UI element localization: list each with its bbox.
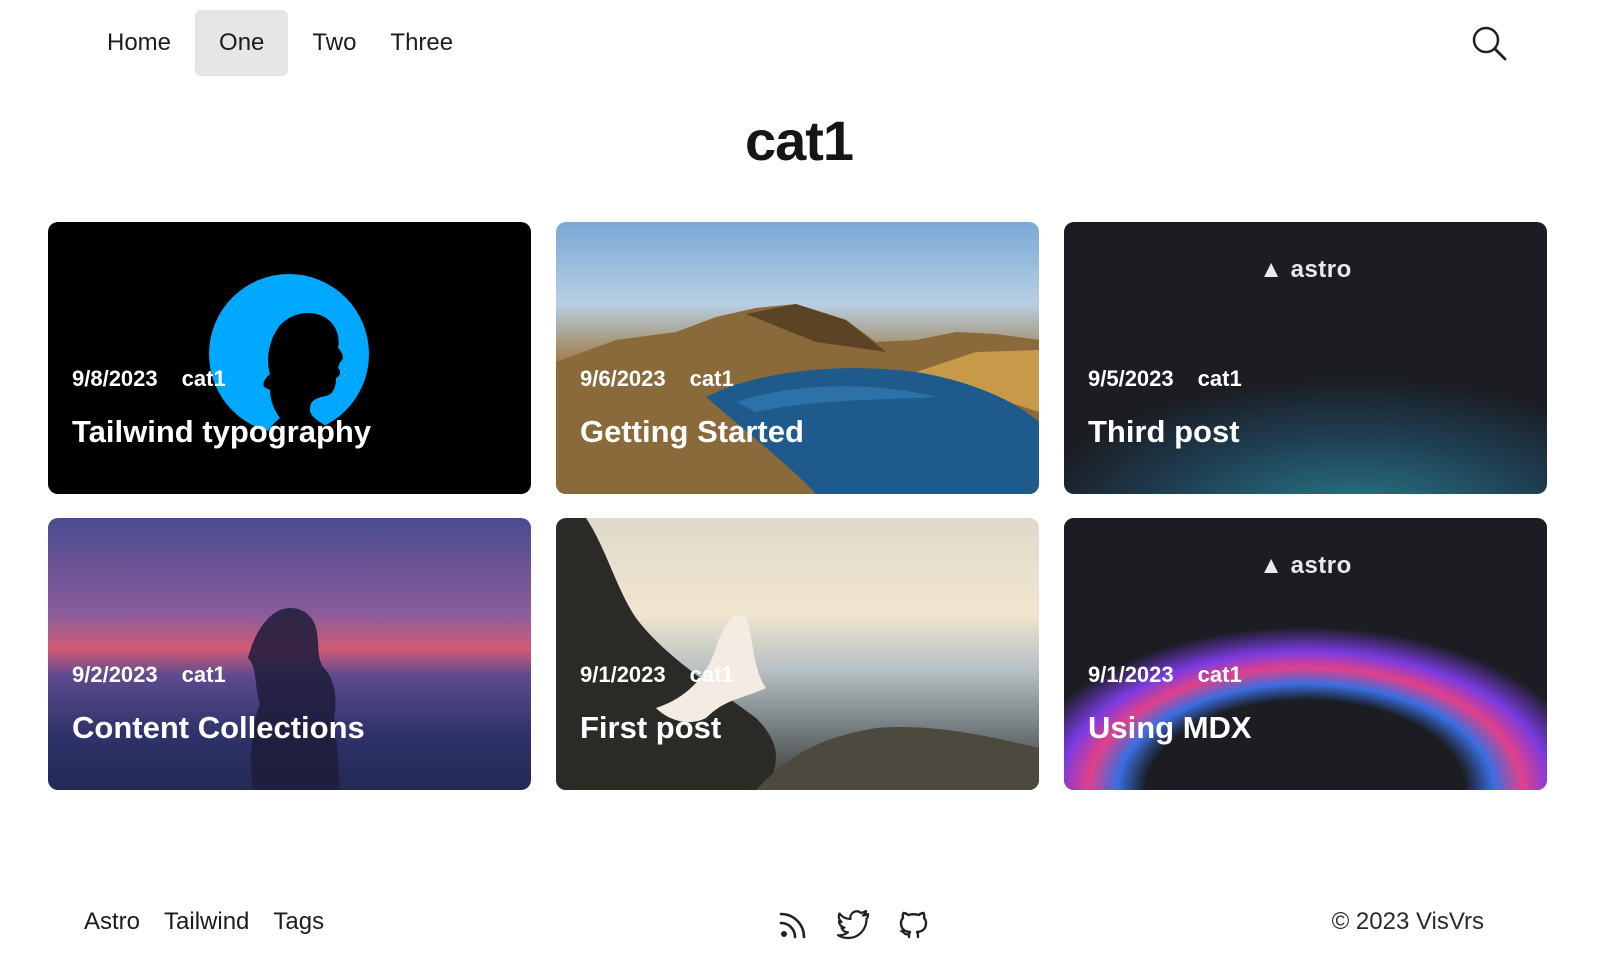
page-title: cat1 xyxy=(744,109,854,172)
copyright: © 2023 VisVrs xyxy=(1331,908,1484,935)
search-icon xyxy=(1472,26,1507,61)
post-date: 9/1/2023 xyxy=(1088,662,1174,687)
post-card[interactable]: ▲ astro 9/1/2023 cat1 Using MDX xyxy=(1064,518,1547,790)
nav-item-home[interactable]: Home xyxy=(90,10,188,76)
post-image xyxy=(556,518,1039,790)
post-title[interactable]: Getting Started xyxy=(580,414,804,450)
twitter-icon[interactable] xyxy=(836,906,872,942)
post-date: 9/6/2023 xyxy=(580,366,666,391)
post-meta: 9/6/2023 cat1 xyxy=(580,366,734,392)
post-title[interactable]: First post xyxy=(580,710,721,746)
post-meta: 9/5/2023 cat1 xyxy=(1088,366,1242,392)
post-date: 9/8/2023 xyxy=(72,366,158,391)
nav-item-three[interactable]: Three xyxy=(373,10,470,76)
search-button[interactable] xyxy=(1470,24,1510,64)
footer-links: Astro Tailwind Tags xyxy=(84,908,324,936)
post-image xyxy=(48,518,531,790)
post-date: 9/1/2023 xyxy=(580,662,666,687)
rocket-icon: ▲ xyxy=(1259,256,1291,283)
post-title[interactable]: Tailwind typography xyxy=(72,414,371,450)
post-date: 9/2/2023 xyxy=(72,662,158,687)
post-category[interactable]: cat1 xyxy=(182,366,226,392)
post-image xyxy=(556,222,1039,494)
post-meta: 9/1/2023 cat1 xyxy=(1088,662,1242,688)
post-category[interactable]: cat1 xyxy=(690,366,734,392)
post-category[interactable]: cat1 xyxy=(182,662,226,688)
post-date: 9/5/2023 xyxy=(1088,366,1174,391)
post-category[interactable]: cat1 xyxy=(1198,662,1242,688)
astro-logo: ▲ astro xyxy=(1259,552,1352,579)
post-card[interactable]: ▲ astro 9/5/2023 cat1 Third post xyxy=(1064,222,1547,494)
post-meta: 9/1/2023 cat1 xyxy=(580,662,734,688)
rss-icon[interactable] xyxy=(776,906,812,942)
nav-item-two[interactable]: Two xyxy=(295,10,373,76)
post-card[interactable]: 9/1/2023 cat1 First post xyxy=(556,518,1039,790)
github-icon[interactable] xyxy=(896,906,932,942)
post-title[interactable]: Using MDX xyxy=(1088,710,1252,746)
footer-link-tags[interactable]: Tags xyxy=(273,908,324,936)
footer-link-tailwind[interactable]: Tailwind xyxy=(164,908,249,936)
post-meta: 9/8/2023 cat1 xyxy=(72,366,226,392)
nav-item-one[interactable]: One xyxy=(195,10,289,76)
astro-logo: ▲ astro xyxy=(1259,256,1352,283)
post-title[interactable]: Content Collections xyxy=(72,710,365,746)
social-links xyxy=(776,906,932,942)
post-card[interactable]: 9/6/2023 cat1 Getting Started xyxy=(556,222,1039,494)
post-card[interactable]: 9/8/2023 cat1 Tailwind typography xyxy=(48,222,531,494)
post-meta: 9/2/2023 cat1 xyxy=(72,662,226,688)
post-card[interactable]: 9/2/2023 cat1 Content Collections xyxy=(48,518,531,790)
post-image xyxy=(48,222,531,494)
main-nav: Home One Two Three xyxy=(90,10,470,76)
footer-link-astro[interactable]: Astro xyxy=(84,908,140,936)
post-category[interactable]: cat1 xyxy=(1198,366,1242,392)
rocket-icon: ▲ xyxy=(1259,552,1291,579)
post-category[interactable]: cat1 xyxy=(690,662,734,688)
post-title[interactable]: Third post xyxy=(1088,414,1240,450)
